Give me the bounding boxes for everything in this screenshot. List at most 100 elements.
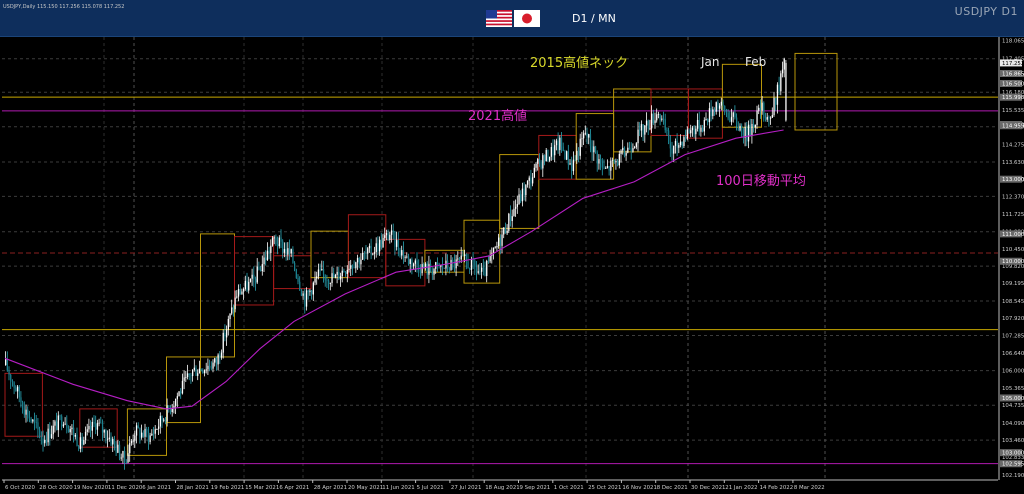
- candle-body[interactable]: [535, 163, 537, 168]
- candle-body[interactable]: [351, 265, 354, 268]
- candle-body[interactable]: [84, 431, 87, 440]
- candle-body[interactable]: [666, 130, 668, 131]
- candle-body[interactable]: [248, 281, 250, 291]
- candle-body[interactable]: [76, 434, 78, 447]
- candle-body[interactable]: [555, 140, 558, 146]
- candle-body[interactable]: [341, 270, 343, 277]
- candle-body[interactable]: [96, 422, 99, 430]
- candle-body[interactable]: [44, 440, 46, 444]
- candle-body[interactable]: [503, 227, 505, 235]
- candle-body[interactable]: [759, 107, 762, 111]
- candle-body[interactable]: [656, 114, 658, 121]
- candle-body[interactable]: [142, 432, 144, 437]
- candle-body[interactable]: [617, 161, 619, 166]
- candle-body[interactable]: [33, 419, 36, 423]
- candle-body[interactable]: [115, 443, 117, 453]
- candle-body[interactable]: [717, 102, 719, 109]
- candle-body[interactable]: [581, 138, 583, 140]
- candle-body[interactable]: [540, 162, 542, 169]
- candle-body[interactable]: [419, 271, 422, 274]
- candle-body[interactable]: [263, 257, 265, 265]
- candle-body[interactable]: [79, 437, 82, 449]
- candle-body[interactable]: [215, 358, 218, 365]
- candle-body[interactable]: [52, 425, 54, 435]
- candle-body[interactable]: [426, 263, 428, 275]
- candle-body[interactable]: [244, 280, 246, 290]
- candle-body[interactable]: [278, 237, 280, 247]
- candle-body[interactable]: [702, 127, 704, 132]
- candle-body[interactable]: [729, 118, 731, 122]
- candle-body[interactable]: [6, 359, 8, 371]
- candle-body[interactable]: [601, 162, 603, 168]
- candle-body[interactable]: [251, 274, 253, 279]
- candle-body[interactable]: [404, 256, 406, 258]
- candle-body[interactable]: [365, 253, 367, 254]
- candle-body[interactable]: [144, 428, 146, 437]
- candle-body[interactable]: [416, 260, 418, 266]
- candle-body[interactable]: [384, 235, 386, 238]
- candle-body[interactable]: [120, 457, 122, 459]
- candle-body[interactable]: [586, 132, 588, 138]
- candle-body[interactable]: [125, 462, 127, 464]
- candle-body[interactable]: [686, 129, 688, 139]
- candle-body[interactable]: [498, 237, 500, 246]
- candle-body[interactable]: [501, 234, 503, 246]
- candle-body[interactable]: [634, 147, 636, 149]
- candle-body[interactable]: [141, 432, 143, 438]
- candle-body[interactable]: [499, 237, 501, 246]
- candle-body[interactable]: [30, 418, 32, 422]
- candle-body[interactable]: [370, 245, 372, 255]
- candle-body[interactable]: [763, 102, 765, 118]
- candle-body[interactable]: [324, 274, 326, 281]
- candle-body[interactable]: [382, 237, 384, 248]
- candle-body[interactable]: [487, 260, 490, 262]
- candle-body[interactable]: [260, 269, 262, 272]
- candle-body[interactable]: [411, 259, 413, 267]
- candle-body[interactable]: [314, 278, 316, 283]
- candle-body[interactable]: [197, 373, 199, 376]
- candle-body[interactable]: [176, 396, 178, 399]
- candle-body[interactable]: [528, 177, 530, 181]
- candle-body[interactable]: [159, 415, 161, 427]
- candle-body[interactable]: [547, 150, 549, 161]
- candle-body[interactable]: [336, 271, 338, 275]
- candle-body[interactable]: [591, 146, 593, 153]
- candle-body[interactable]: [486, 260, 488, 276]
- candle-body[interactable]: [280, 237, 282, 242]
- candle-body[interactable]: [462, 255, 464, 257]
- candle-body[interactable]: [339, 276, 342, 280]
- candle-body[interactable]: [758, 107, 760, 111]
- candle-body[interactable]: [605, 168, 607, 169]
- candle-body[interactable]: [74, 434, 76, 437]
- candle-body[interactable]: [647, 120, 649, 129]
- candle-body[interactable]: [708, 108, 711, 123]
- candle-body[interactable]: [594, 146, 597, 153]
- candle-body[interactable]: [32, 419, 34, 422]
- candle-body[interactable]: [253, 274, 255, 279]
- candle-body[interactable]: [778, 84, 780, 92]
- candle-body[interactable]: [91, 421, 93, 431]
- candle-body[interactable]: [321, 269, 323, 271]
- candle-body[interactable]: [396, 240, 398, 247]
- candle-body[interactable]: [129, 443, 131, 454]
- candle-body[interactable]: [220, 352, 223, 358]
- candle-body[interactable]: [661, 118, 663, 120]
- candle-body[interactable]: [696, 119, 699, 129]
- candle-body[interactable]: [231, 307, 233, 314]
- candle-body[interactable]: [736, 117, 738, 126]
- candle-body[interactable]: [368, 245, 371, 249]
- candle-body[interactable]: [737, 125, 739, 131]
- candle-body[interactable]: [25, 409, 27, 415]
- candle-body[interactable]: [118, 444, 121, 459]
- candle-body[interactable]: [622, 147, 624, 151]
- candle-body[interactable]: [776, 84, 779, 105]
- candle-body[interactable]: [552, 147, 554, 156]
- candle-body[interactable]: [577, 150, 580, 156]
- candle-body[interactable]: [589, 134, 592, 147]
- candle-body[interactable]: [564, 151, 566, 160]
- candle-body[interactable]: [554, 145, 556, 156]
- candle-body[interactable]: [676, 140, 678, 148]
- candle-body[interactable]: [608, 166, 610, 171]
- candle-body[interactable]: [57, 415, 59, 431]
- candle-body[interactable]: [560, 137, 563, 147]
